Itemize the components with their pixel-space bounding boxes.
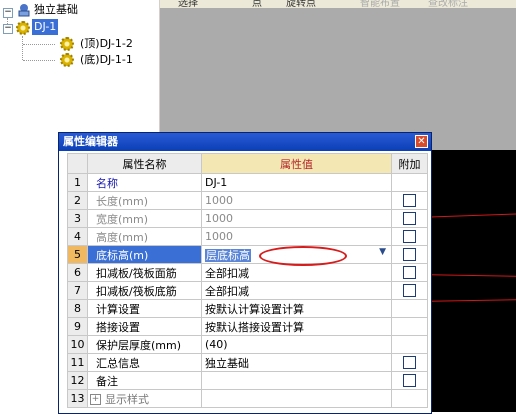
property-name: 底标高(m) [87,245,202,264]
row-number: 2 [67,191,88,210]
chevron-down-icon[interactable]: ▼ [379,247,386,257]
attach-cell [391,245,428,264]
property-name: 长度(mm) [87,191,202,210]
row-number: 5 [67,245,88,264]
attach-checkbox[interactable] [403,194,416,208]
property-value[interactable]: (40) [201,335,392,354]
property-value[interactable]: 1000 [201,209,392,228]
row-number: 6 [67,263,88,282]
property-row[interactable]: 2 长度(mm) 1000 [67,191,428,210]
attach-cell [391,353,428,372]
row-number: 9 [67,317,88,336]
attach-cell [391,335,428,354]
tree-node-dj-1[interactable]: DJ-1 [32,19,59,35]
property-name: 名称 [87,173,202,192]
property-value[interactable]: 全部扣减 [201,263,392,282]
attach-checkbox[interactable] [403,266,416,280]
attach-cell [391,371,428,390]
close-icon[interactable]: ✕ [415,135,428,148]
property-value[interactable]: 按默认搭接设置计算 [201,317,392,336]
property-name: 汇总信息 [87,353,202,372]
row-number: 12 [67,371,88,390]
property-value[interactable]: 独立基础 [201,353,392,372]
attach-checkbox[interactable] [403,230,416,244]
property-row[interactable]: 1 名称 DJ-1 [67,173,428,192]
dialog-title[interactable]: 属性编辑器 [59,133,431,151]
header-property-name: 属性名称 [87,153,202,174]
annotation-ellipse [259,246,347,266]
property-value[interactable]: 1000 [201,227,392,246]
property-row[interactable]: 5 底标高(m) ▼ 层底标高 [67,245,428,264]
property-editor-dialog: 属性编辑器 ✕ 属性名称 属性值 附加 1 名称 DJ-1 2 长度(mm) 1000 3 宽… [58,132,432,414]
attach-cell [391,227,428,246]
row-number: 4 [67,227,88,246]
property-value[interactable]: DJ-1 [201,173,392,192]
property-name: 扣减板/筏板面筋 [87,263,202,282]
tree-child-bottom[interactable]: (底)DJ-1-1 [80,52,133,68]
attach-cell [391,263,428,282]
row-number: 3 [67,209,88,228]
property-name: + 显示样式 [87,389,202,408]
child-gear-icon [60,37,74,51]
property-name: 保护层厚度(mm) [87,335,202,354]
property-row[interactable]: 6 扣减板/筏板面筋 全部扣减 [67,263,428,282]
row-number: 11 [67,353,88,372]
property-name: 备注 [87,371,202,390]
property-value[interactable]: 全部扣减 [201,281,392,300]
attach-checkbox[interactable] [403,356,416,370]
tree-child-top[interactable]: (顶)DJ-1-2 [80,36,133,52]
property-row[interactable]: 9 搭接设置 按默认搭接设置计算 [67,317,428,336]
property-name: 高度(mm) [87,227,202,246]
row-number: 10 [67,335,88,354]
component-gear-icon [16,21,30,35]
property-row[interactable]: 4 高度(mm) 1000 [67,227,428,246]
row-number: 7 [67,281,88,300]
header-corner [67,153,88,174]
attach-checkbox[interactable] [403,374,416,388]
tree-root-label[interactable]: 独立基础 [34,2,78,18]
property-name-label: 显示样式 [105,392,149,406]
property-row[interactable]: 3 宽度(mm) 1000 [67,209,428,228]
attach-cell [391,209,428,228]
property-value[interactable] [201,371,392,390]
foundation-folder-icon [17,3,31,17]
property-value[interactable]: 按默认计算设置计算 [201,299,392,318]
header-property-value: 属性值 [201,153,392,174]
attach-cell [391,389,428,408]
property-row[interactable]: 8 计算设置 按默认计算设置计算 [67,299,428,318]
property-row[interactable]: 7 扣减板/筏板底筋 全部扣减 [67,281,428,300]
property-row[interactable]: 11 汇总信息 独立基础 [67,353,428,372]
tree-collapse-toggle[interactable]: − [3,8,13,18]
header-attach: 附加 [391,153,428,174]
property-grid: 属性名称 属性值 附加 1 名称 DJ-1 2 长度(mm) 1000 3 宽度(mm) 100… [67,153,428,408]
property-name: 扣减板/筏板底筋 [87,281,202,300]
drawing-canvas-dark[interactable] [428,150,516,412]
property-row[interactable]: 10 保护层厚度(mm) (40) [67,335,428,354]
attach-checkbox[interactable] [403,212,416,226]
attach-cell [391,281,428,300]
property-row[interactable]: 12 备注 [67,371,428,390]
property-name: 计算设置 [87,299,202,318]
row-number: 13 [67,389,88,408]
attach-cell [391,299,428,318]
expand-icon[interactable]: + [90,394,101,405]
property-value[interactable] [201,389,392,408]
row-number: 8 [67,299,88,318]
row-number: 1 [67,173,88,192]
property-row[interactable]: 13 + 显示样式 [67,389,428,408]
property-value-dropdown-text[interactable]: 层底标高 [205,248,251,262]
attach-cell [391,191,428,210]
attach-checkbox[interactable] [403,284,416,298]
tree-node-collapse-toggle[interactable]: − [3,24,13,34]
property-name: 搭接设置 [87,317,202,336]
attach-cell [391,317,428,336]
attach-checkbox[interactable] [403,248,416,262]
property-name: 宽度(mm) [87,209,202,228]
attach-cell [391,173,428,192]
property-value[interactable]: 1000 [201,191,392,210]
child-gear-icon [60,53,74,67]
